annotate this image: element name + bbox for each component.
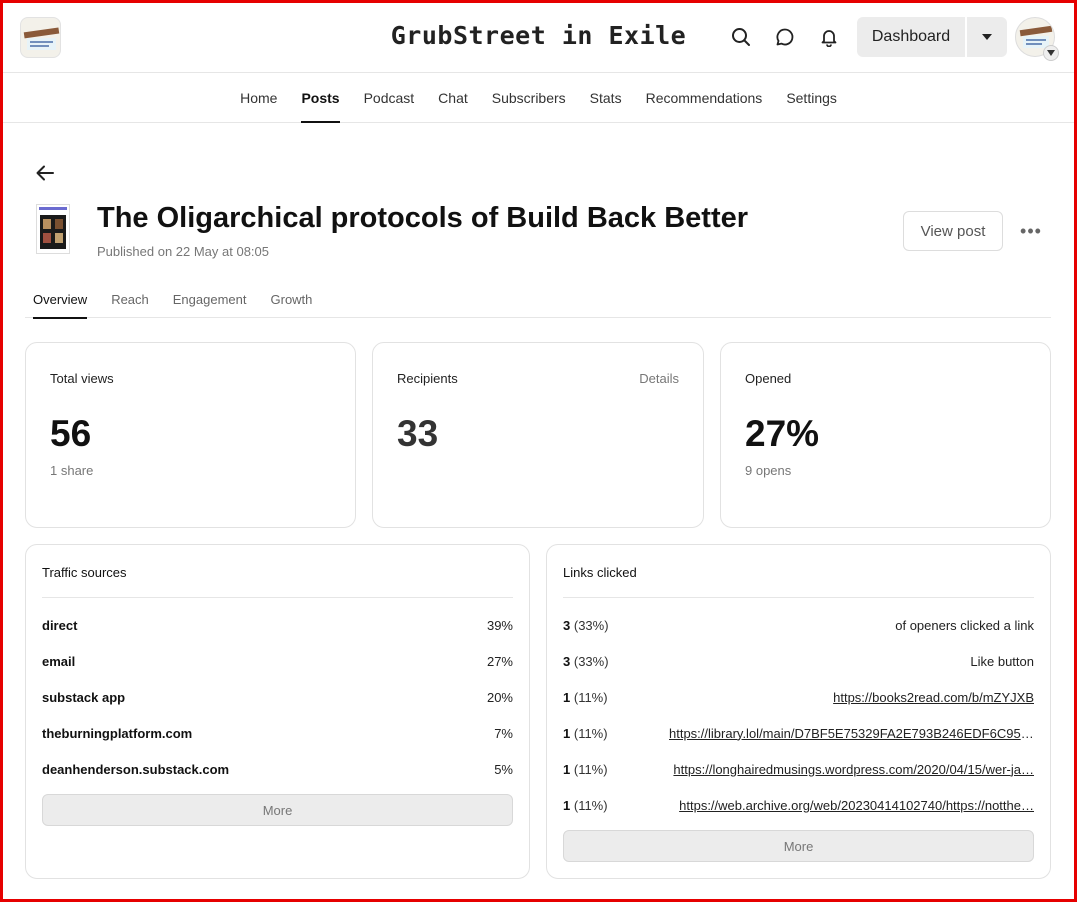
table-row: deanhenderson.substack.com 5% <box>42 759 513 779</box>
traffic-sources-panel: Traffic sources direct 39% email 27% sub… <box>25 544 530 879</box>
search-icon[interactable] <box>729 25 753 49</box>
click-count: 3 (33%) <box>563 653 609 669</box>
nav-settings[interactable]: Settings <box>786 73 837 123</box>
source-name: direct <box>42 617 78 633</box>
shares-count: 1 share <box>50 463 94 478</box>
nav-podcast[interactable]: Podcast <box>364 73 415 123</box>
nav-chat[interactable]: Chat <box>438 73 468 123</box>
links-clicked-title: Links clicked <box>563 565 637 580</box>
clicked-url-link[interactable]: https://books2read.com/b/mZYJXB <box>833 690 1034 705</box>
divider <box>42 597 513 598</box>
traffic-more-button[interactable]: More <box>42 794 513 826</box>
nav-home[interactable]: Home <box>240 73 277 123</box>
list-item: 1 (11%) https://library.lol/main/D7BF5E7… <box>563 723 1034 743</box>
click-count: 1 (11%) <box>563 797 608 813</box>
total-views-value: 56 <box>50 413 92 454</box>
click-count: 3 (33%) <box>563 617 609 633</box>
list-item: 3 (33%) of openers clicked a link <box>563 615 1034 635</box>
clicked-url-link[interactable]: https://web.archive.org/web/202304141027… <box>679 798 1034 813</box>
traffic-sources-title: Traffic sources <box>42 565 127 580</box>
dashboard-dropdown-button[interactable] <box>967 17 1007 57</box>
back-arrow-icon[interactable] <box>34 162 56 184</box>
click-count: 1 (11%) <box>563 725 608 741</box>
source-name: email <box>42 653 76 669</box>
top-bar: GrubStreet in Exile Dashboard <box>3 3 1074 73</box>
source-percent: 5% <box>494 761 513 777</box>
table-row: direct 39% <box>42 615 513 635</box>
table-row: email 27% <box>42 651 513 671</box>
tab-overview[interactable]: Overview <box>33 283 88 319</box>
recipients-card: Recipients Details 33 <box>372 342 704 528</box>
main-nav: Home Posts Podcast Chat Subscribers Stat… <box>3 73 1074 123</box>
recipients-label: Recipients <box>397 371 458 386</box>
avatar-menu-chevron-icon[interactable] <box>1043 45 1059 61</box>
recipients-details-link[interactable]: Details <box>639 371 679 386</box>
table-row: theburningplatform.com 7% <box>42 723 513 743</box>
source-name: theburningplatform.com <box>42 725 193 741</box>
list-item: 1 (11%) https://books2read.com/b/mZYJXB <box>563 687 1034 707</box>
total-views-label: Total views <box>50 371 114 386</box>
source-name: deanhenderson.substack.com <box>42 761 230 777</box>
bell-icon[interactable] <box>817 25 841 49</box>
view-post-button[interactable]: View post <box>903 211 1003 251</box>
table-row: substack app 20% <box>42 687 513 707</box>
source-percent: 39% <box>486 617 513 633</box>
opened-value: 27% <box>745 413 820 454</box>
source-percent: 27% <box>486 653 513 669</box>
nav-recommendations[interactable]: Recommendations <box>646 73 763 123</box>
tab-growth[interactable]: Growth <box>271 283 313 318</box>
divider <box>563 597 1034 598</box>
post-title: The Oligarchical protocols of Build Back… <box>97 202 749 234</box>
more-options-icon[interactable]: ••• <box>1018 221 1044 241</box>
clicked-url-link[interactable]: https://longhairedmusings.wordpress.com/… <box>673 762 1034 777</box>
list-item: 1 (11%) https://web.archive.org/web/2023… <box>563 795 1034 815</box>
nav-posts[interactable]: Posts <box>301 73 340 123</box>
click-count: 1 (11%) <box>563 761 608 777</box>
caret-down-icon <box>982 34 992 40</box>
total-views-card: Total views 56 1 share <box>25 342 356 528</box>
opens-count: 9 opens <box>745 463 792 478</box>
chat-icon[interactable] <box>773 25 797 49</box>
dashboard-button[interactable]: Dashboard <box>857 17 965 57</box>
stats-tabs: Overview Reach Engagement Growth <box>25 283 1051 319</box>
source-name: substack app <box>42 689 126 705</box>
source-percent: 20% <box>486 689 513 705</box>
links-clicked-panel: Links clicked 3 (33%) of openers clicked… <box>546 544 1051 879</box>
opened-label: Opened <box>745 371 792 386</box>
nav-stats[interactable]: Stats <box>590 73 622 123</box>
links-more-button[interactable]: More <box>563 830 1034 862</box>
link-description: Like button <box>970 653 1034 669</box>
post-published-date: Published on 22 May at 08:05 <box>97 244 270 259</box>
link-description: of openers clicked a link <box>895 617 1034 633</box>
list-item: 3 (33%) Like button <box>563 651 1034 671</box>
tab-engagement[interactable]: Engagement <box>173 283 247 318</box>
opened-card: Opened 27% 9 opens <box>720 342 1051 528</box>
source-percent: 7% <box>494 725 513 741</box>
tab-reach[interactable]: Reach <box>111 283 149 318</box>
post-thumbnail <box>36 204 70 254</box>
list-item: 1 (11%) https://longhairedmusings.wordpr… <box>563 759 1034 779</box>
nav-subscribers[interactable]: Subscribers <box>492 73 566 123</box>
clicked-url-link[interactable]: https://library.lol/main/D7BF5E75329FA2E… <box>669 726 1034 741</box>
click-count: 1 (11%) <box>563 689 608 705</box>
recipients-value: 33 <box>397 413 439 454</box>
